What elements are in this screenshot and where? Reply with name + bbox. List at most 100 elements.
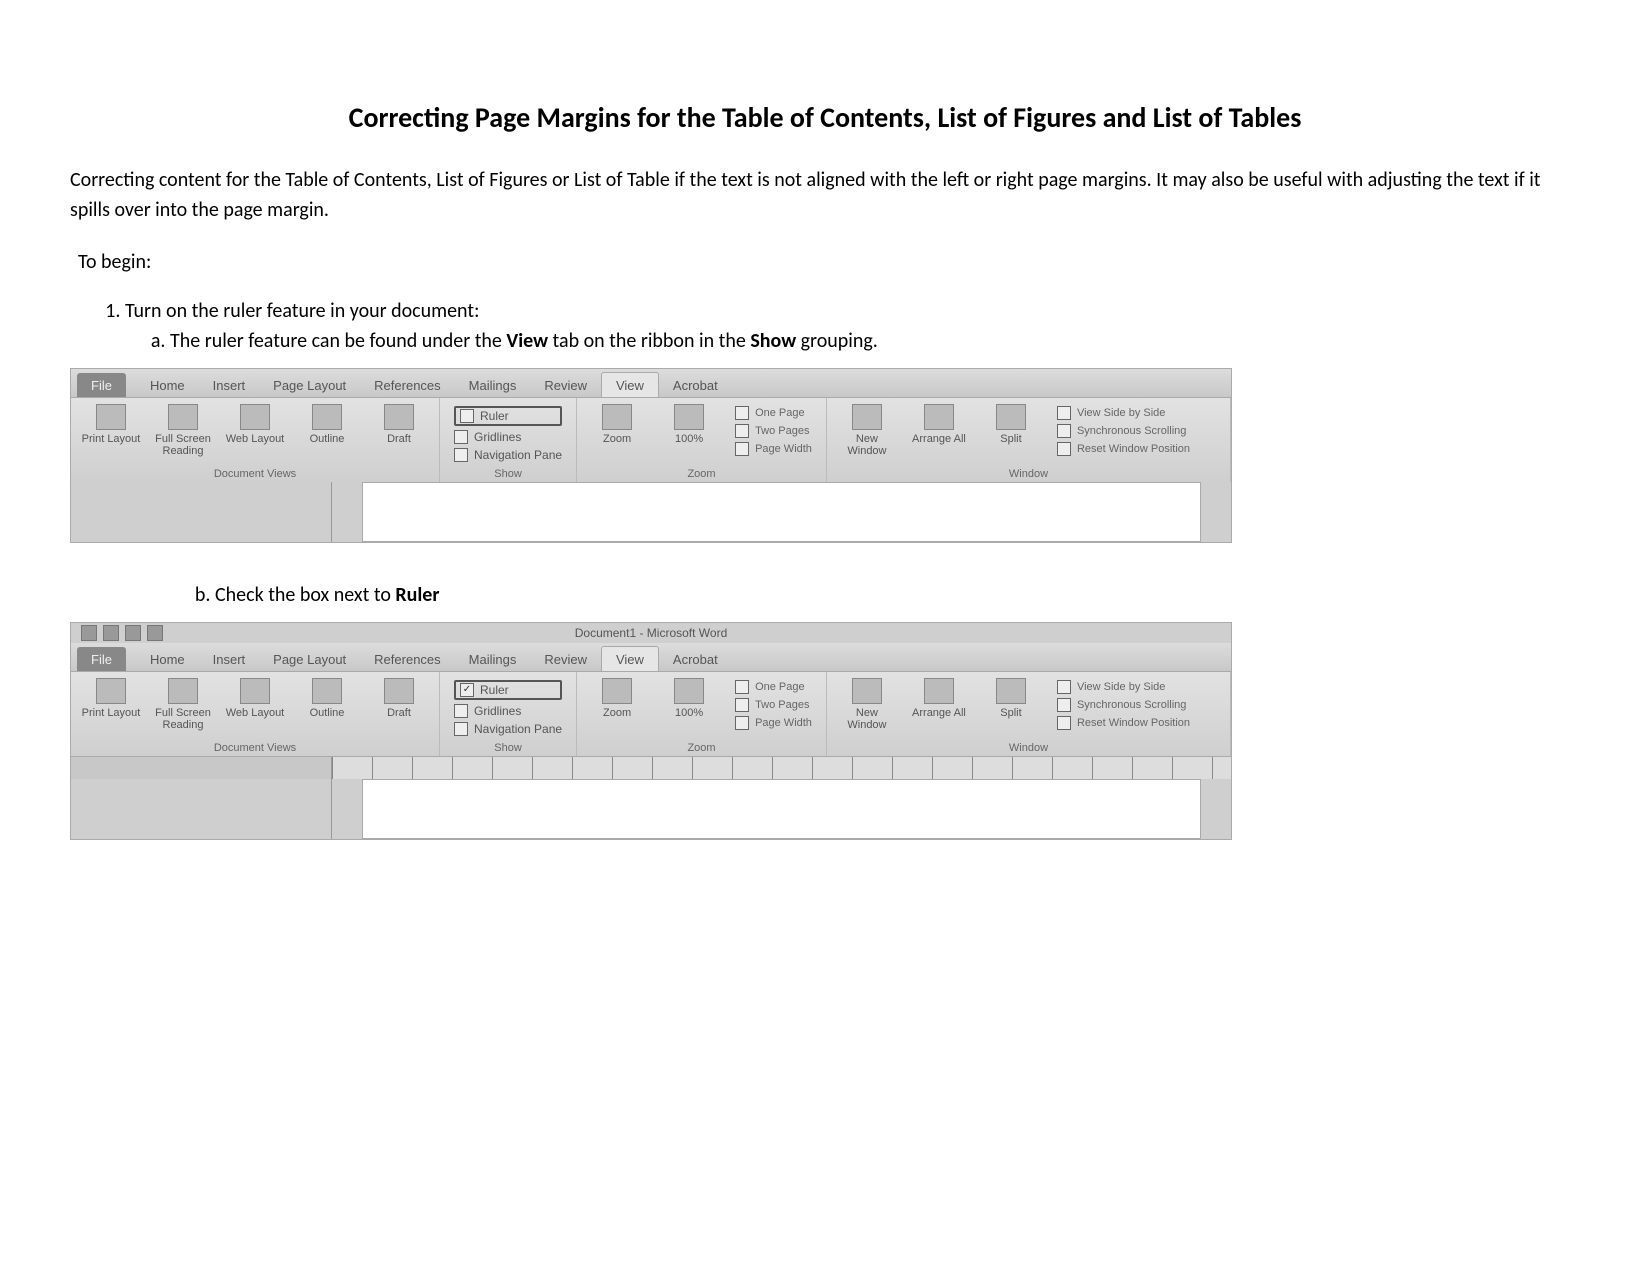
window-titlebar: Document1 - Microsoft Word (71, 623, 1231, 643)
print-layout-icon (96, 404, 126, 430)
btn-full-screen-reading-2[interactable]: Full Screen Reading (153, 678, 213, 731)
btn-split-2[interactable]: Split (981, 678, 1041, 719)
btn-draft[interactable]: Draft (369, 404, 429, 445)
tab-references[interactable]: References (360, 373, 454, 397)
tab-home[interactable]: Home (136, 373, 199, 397)
btn-view-side-by-side[interactable]: View Side by Side (1057, 406, 1190, 420)
step-1a: The ruler feature can be found under the… (170, 329, 1580, 353)
group-label-document-views: Document Views (81, 464, 429, 480)
btn-arrange-all[interactable]: Arrange All (909, 404, 969, 445)
btn-web-layout[interactable]: Web Layout (225, 404, 285, 445)
checkbox-navigation-pane[interactable]: Navigation Pane (454, 448, 562, 462)
tab-insert-2[interactable]: Insert (199, 647, 260, 671)
checkbox-ruler-2[interactable]: Ruler (454, 680, 562, 700)
btn-zoom-2[interactable]: Zoom (587, 678, 647, 719)
group-zoom: Zoom 100% One Page Two Pages Page Width … (577, 398, 827, 482)
btn-100pct-2[interactable]: 100% (659, 678, 719, 719)
btn-web-layout-2[interactable]: Web Layout (225, 678, 285, 719)
btn-new-window-2[interactable]: New Window (837, 678, 897, 731)
tab-view[interactable]: View (601, 372, 659, 397)
tab-file-2[interactable]: File (77, 647, 126, 671)
btn-view-side-by-side-2[interactable]: View Side by Side (1057, 680, 1190, 694)
btn-print-layout[interactable]: Print Layout (81, 404, 141, 445)
redo-icon[interactable] (147, 625, 163, 641)
checkbox-gridlines-2[interactable]: Gridlines (454, 704, 562, 718)
ribbon-screenshot-1: File Home Insert Page Layout References … (70, 368, 1232, 543)
ruler-checkbox-checked-icon (460, 683, 474, 697)
group-show: Ruler Gridlines Navigation Pane Show (440, 398, 577, 482)
btn-full-screen-reading[interactable]: Full Screen Reading (153, 404, 213, 457)
step-1a-view: View (506, 329, 548, 353)
tab-acrobat-2[interactable]: Acrobat (659, 647, 732, 671)
to-begin-label: To begin: (78, 250, 1580, 274)
gridlines-checkbox-icon (454, 430, 468, 444)
checkbox-navigation-pane-2[interactable]: Navigation Pane (454, 722, 562, 736)
tab-review[interactable]: Review (530, 373, 601, 397)
group-document-views: Print Layout Full Screen Reading Web Lay… (71, 398, 440, 482)
quick-access-toolbar (81, 625, 163, 641)
btn-two-pages[interactable]: Two Pages (735, 424, 812, 438)
tab-mailings-2[interactable]: Mailings (455, 647, 531, 671)
btn-sync-scrolling-2[interactable]: Synchronous Scrolling (1057, 698, 1190, 712)
undo-icon[interactable] (125, 625, 141, 641)
btn-100pct[interactable]: 100% (659, 404, 719, 445)
group-window: New Window Arrange All Split View Side b… (827, 398, 1231, 482)
tab-review-2[interactable]: Review (530, 647, 601, 671)
tab-mailings[interactable]: Mailings (455, 373, 531, 397)
btn-reset-window-position-2[interactable]: Reset Window Position (1057, 716, 1190, 730)
save-icon[interactable] (103, 625, 119, 641)
horizontal-ruler[interactable] (71, 756, 1231, 779)
ruler-checkbox-icon (460, 409, 474, 423)
tab-file[interactable]: File (77, 373, 126, 397)
page-width-icon (735, 442, 749, 456)
tab-page-layout-2[interactable]: Page Layout (259, 647, 360, 671)
full-screen-icon (168, 404, 198, 430)
tab-home-2[interactable]: Home (136, 647, 199, 671)
step-1a-show: Show (750, 329, 796, 353)
tab-view-2[interactable]: View (601, 646, 659, 671)
group-label-zoom: Zoom (587, 464, 816, 480)
btn-outline-2[interactable]: Outline (297, 678, 357, 719)
intro-paragraph: Correcting content for the Table of Cont… (70, 165, 1580, 225)
btn-zoom[interactable]: Zoom (587, 404, 647, 445)
btn-one-page[interactable]: One Page (735, 406, 812, 420)
step-1-text: Turn on the ruler feature in your docume… (125, 299, 479, 323)
outline-icon (312, 404, 342, 430)
document-area-2 (71, 779, 1231, 839)
new-window-icon (852, 404, 882, 430)
page-title: Correcting Page Margins for the Table of… (70, 100, 1580, 135)
draft-icon (384, 404, 414, 430)
btn-split[interactable]: Split (981, 404, 1041, 445)
web-layout-icon (240, 404, 270, 430)
btn-new-window[interactable]: New Window (837, 404, 897, 457)
btn-arrange-all-2[interactable]: Arrange All (909, 678, 969, 719)
btn-page-width-2[interactable]: Page Width (735, 716, 812, 730)
tab-references-2[interactable]: References (360, 647, 454, 671)
reset-pos-icon (1057, 442, 1071, 456)
step-1b-pre: Check the box next to (215, 583, 395, 607)
split-icon (996, 404, 1026, 430)
arrange-all-icon (924, 404, 954, 430)
tab-page-layout[interactable]: Page Layout (259, 373, 360, 397)
navpane-checkbox-icon (454, 448, 468, 462)
zoom-icon (602, 404, 632, 430)
step-1: Turn on the ruler feature in your docume… (125, 299, 1580, 353)
btn-print-layout-2[interactable]: Print Layout (81, 678, 141, 719)
btn-page-width[interactable]: Page Width (735, 442, 812, 456)
btn-sync-scrolling[interactable]: Synchronous Scrolling (1057, 424, 1190, 438)
btn-outline[interactable]: Outline (297, 404, 357, 445)
checkbox-ruler[interactable]: Ruler (454, 406, 562, 426)
word-icon (81, 625, 97, 641)
tab-insert[interactable]: Insert (199, 373, 260, 397)
btn-reset-window-position[interactable]: Reset Window Position (1057, 442, 1190, 456)
hundred-icon (674, 404, 704, 430)
btn-draft-2[interactable]: Draft (369, 678, 429, 719)
step-1a-post: grouping. (796, 329, 878, 353)
step-1b: Check the box next to Ruler (215, 583, 1580, 607)
checkbox-gridlines[interactable]: Gridlines (454, 430, 562, 444)
step-1a-mid: tab on the ribbon in the (548, 329, 750, 353)
btn-one-page-2[interactable]: One Page (735, 680, 812, 694)
tab-acrobat[interactable]: Acrobat (659, 373, 732, 397)
ribbon-screenshot-2: Document1 - Microsoft Word File Home Ins… (70, 622, 1232, 840)
btn-two-pages-2[interactable]: Two Pages (735, 698, 812, 712)
